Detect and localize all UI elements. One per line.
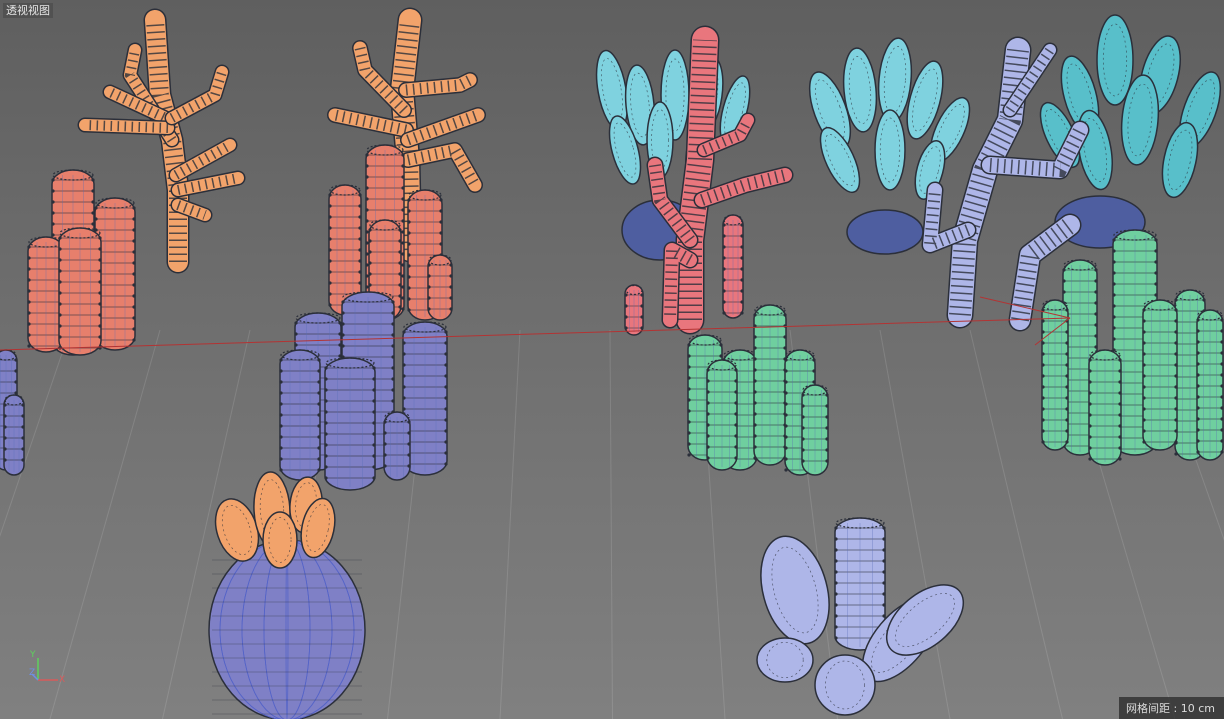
- floor-grid: [0, 329, 1224, 719]
- 3d-scene[interactable]: [0, 0, 1224, 719]
- tube-coral-purple-center[interactable]: [279, 291, 448, 491]
- view-name-label[interactable]: 透视视图: [3, 3, 53, 18]
- sea-anemone-purple[interactable]: [208, 471, 366, 719]
- grid-spacing-readout: 网格间距 : 10 cm: [1119, 697, 1224, 719]
- perspective-viewport[interactable]: 透视视图 Y X Z 网格间距 : 10 cm: [0, 0, 1224, 719]
- selection-axis-line: [0, 296, 1071, 351]
- tube-coral-green-right[interactable]: [1041, 229, 1224, 466]
- tube-coral-green-center[interactable]: [687, 304, 829, 476]
- tube-coral-purple-left-edge[interactable]: [0, 349, 25, 476]
- axis-z-label: Z: [29, 668, 36, 678]
- tube-coral-salmon-left[interactable]: [27, 169, 136, 356]
- finger-coral-lavender-bottom[interactable]: [750, 517, 976, 716]
- axis-gizmo: Y X Z: [29, 650, 72, 690]
- fan-coral-teal[interactable]: [1033, 14, 1224, 249]
- axis-x-label: X: [59, 675, 66, 685]
- branch-coral-lavender[interactable]: [921, 36, 1090, 332]
- fan-coral-cyan-2[interactable]: [801, 37, 977, 255]
- axis-y-label: Y: [30, 650, 36, 660]
